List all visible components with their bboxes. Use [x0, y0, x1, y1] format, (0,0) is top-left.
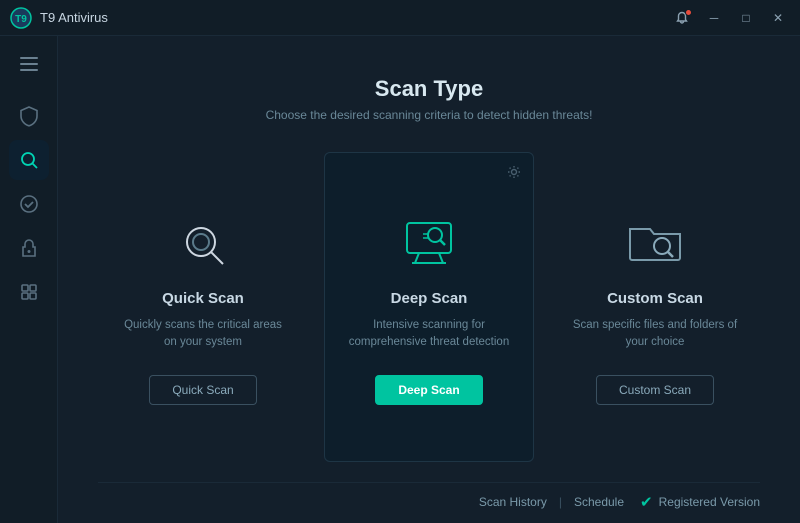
deep-scan-icon: [397, 212, 461, 276]
maximize-button[interactable]: □: [732, 6, 760, 30]
sidebar: [0, 36, 58, 523]
gear-icon[interactable]: [507, 165, 521, 182]
deep-scan-card: Deep Scan Intensive scanning for compreh…: [324, 152, 534, 462]
content-area: Scan Type Choose the desired scanning cr…: [58, 36, 800, 523]
scan-history-link[interactable]: Scan History: [479, 495, 547, 509]
custom-scan-button[interactable]: Custom Scan: [596, 375, 714, 405]
registered-badge: ✔ Registered Version: [640, 493, 760, 511]
title-bar: T9 T9 Antivirus ─ □ ✕: [0, 0, 800, 36]
content-footer: Scan History | Schedule ✔ Registered Ver…: [98, 482, 760, 523]
quick-scan-description: Quickly scans the critical areas on your…: [118, 317, 288, 353]
check-circle-icon: ✔: [640, 493, 653, 511]
custom-scan-icon: [623, 212, 687, 276]
sidebar-item-scan[interactable]: [9, 140, 49, 180]
sidebar-item-check[interactable]: [9, 184, 49, 224]
quick-scan-title: Quick Scan: [162, 290, 244, 307]
hamburger-icon: [20, 57, 38, 71]
quick-scan-icon: [171, 212, 235, 276]
svg-text:T9: T9: [15, 14, 27, 25]
deep-scan-button[interactable]: Deep Scan: [375, 375, 482, 405]
registered-label: Registered Version: [659, 495, 760, 509]
schedule-link[interactable]: Schedule: [574, 495, 624, 509]
quick-scan-card: Quick Scan Quickly scans the critical ar…: [98, 152, 308, 462]
minimize-button[interactable]: ─: [700, 6, 728, 30]
custom-scan-title: Custom Scan: [607, 290, 703, 307]
main-layout: Scan Type Choose the desired scanning cr…: [0, 36, 800, 523]
app-title: T9 Antivirus: [40, 10, 108, 25]
footer-divider: |: [559, 495, 562, 509]
notification-button[interactable]: [668, 6, 696, 30]
deep-scan-description: Intensive scanning for comprehensive thr…: [345, 317, 513, 353]
page-subtitle: Choose the desired scanning criteria to …: [98, 108, 760, 122]
hamburger-menu-button[interactable]: [9, 46, 49, 82]
notification-dot: [685, 9, 692, 16]
page-title: Scan Type: [98, 76, 760, 102]
sidebar-item-apps[interactable]: [9, 272, 49, 312]
footer-links: Scan History | Schedule: [479, 495, 624, 509]
app-logo: T9: [10, 7, 32, 29]
close-button[interactable]: ✕: [764, 6, 792, 30]
quick-scan-button[interactable]: Quick Scan: [149, 375, 256, 405]
deep-scan-title: Deep Scan: [391, 290, 468, 307]
title-bar-left: T9 T9 Antivirus: [10, 7, 108, 29]
custom-scan-card: Custom Scan Scan specific files and fold…: [550, 152, 760, 462]
page-header: Scan Type Choose the desired scanning cr…: [98, 36, 760, 122]
custom-scan-description: Scan specific files and folders of your …: [570, 317, 740, 353]
scan-cards-container: Quick Scan Quickly scans the critical ar…: [98, 152, 760, 482]
sidebar-item-secure[interactable]: [9, 228, 49, 268]
sidebar-item-protection[interactable]: [9, 96, 49, 136]
window-controls: ─ □ ✕: [668, 6, 792, 30]
